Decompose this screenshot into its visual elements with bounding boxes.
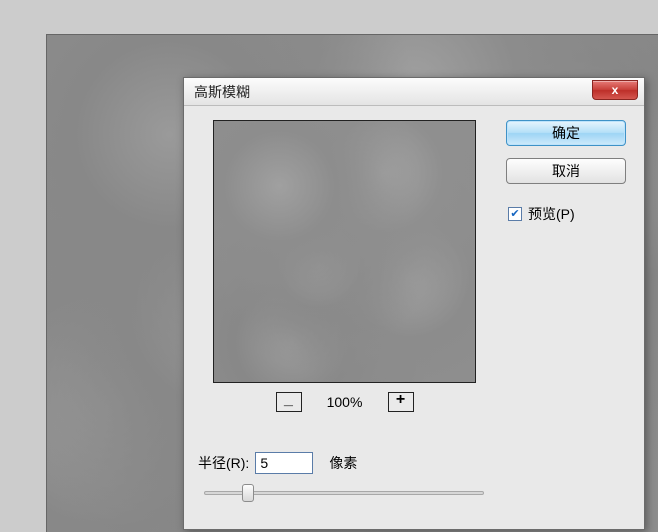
dialog-body: _ 100% + 半径(R): 像素 确定 取消 预览(P) <box>184 106 644 529</box>
cancel-button-label: 取消 <box>552 161 580 181</box>
radius-slider[interactable] <box>204 484 484 504</box>
radius-unit: 像素 <box>329 453 357 473</box>
plus-icon: + <box>396 392 405 408</box>
slider-thumb[interactable] <box>242 484 254 502</box>
close-icon: x <box>612 83 619 97</box>
preview-checkbox-row: 预览(P) <box>506 204 626 224</box>
ok-button-label: 确定 <box>552 123 580 143</box>
close-button[interactable]: x <box>592 80 638 100</box>
preview-checkbox-label: 预览(P) <box>528 204 575 224</box>
radius-row: 半径(R): 像素 <box>198 452 357 474</box>
zoom-controls: _ 100% + <box>213 392 476 412</box>
zoom-in-button[interactable]: + <box>388 392 414 412</box>
ok-button[interactable]: 确定 <box>506 120 626 146</box>
gaussian-blur-dialog: 高斯模糊 x _ 100% + 半径(R): 像素 确定 <box>183 77 645 530</box>
zoom-out-button[interactable]: _ <box>276 392 302 412</box>
dialog-right-column: 确定 取消 预览(P) <box>506 120 626 224</box>
preview-checkbox[interactable] <box>508 207 522 221</box>
cancel-button[interactable]: 取消 <box>506 158 626 184</box>
minus-icon: _ <box>284 392 293 408</box>
dialog-title: 高斯模糊 <box>194 82 250 102</box>
radius-label: 半径(R): <box>198 453 249 473</box>
radius-input[interactable] <box>255 452 313 474</box>
zoom-level: 100% <box>322 394 368 410</box>
dialog-titlebar[interactable]: 高斯模糊 x <box>184 78 644 106</box>
blur-preview[interactable] <box>213 120 476 383</box>
